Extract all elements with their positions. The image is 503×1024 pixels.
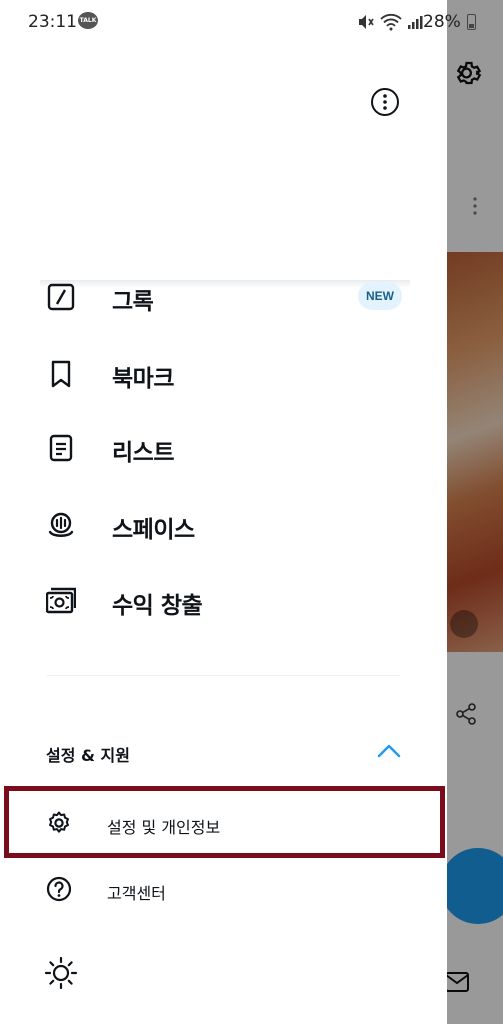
status-bar: 23:11 TALK 28%	[0, 0, 503, 44]
sub-item-label: 고객센터	[107, 884, 166, 903]
help-icon	[46, 876, 72, 902]
menu-label: 북마크	[112, 366, 174, 392]
signal-icon	[408, 16, 423, 29]
menu-item-lists[interactable]: 리스트	[40, 425, 410, 469]
monetization-icon	[46, 587, 76, 614]
status-icons	[357, 12, 424, 32]
battery-icon	[467, 14, 476, 30]
more-options-icon[interactable]	[370, 87, 400, 117]
status-time: 23:11	[28, 12, 77, 32]
menu-item-monetization[interactable]: 수익 창출	[40, 578, 410, 622]
menu-label: 그록	[112, 289, 154, 315]
bookmark-icon	[51, 360, 71, 388]
menu-item-bookmarks[interactable]: 북마크	[40, 351, 410, 395]
divider	[46, 675, 400, 676]
side-drawer: 그록 NEW 북마크 리스트 스페이스 수익 창출 설정 & 지원 설정 및 개…	[0, 0, 447, 1024]
menu-label: 스페이스	[112, 517, 195, 543]
menu-label: 수익 창출	[112, 593, 203, 619]
new-badge: NEW	[358, 282, 402, 310]
menu-label: 리스트	[112, 440, 174, 466]
settings-support-section-title[interactable]: 설정 & 지원	[46, 742, 130, 766]
display-theme-icon[interactable]	[44, 956, 78, 990]
mute-icon	[359, 15, 374, 29]
list-icon	[49, 434, 73, 462]
battery-percent: 28%	[423, 12, 461, 32]
kakaotalk-notification-icon: TALK	[78, 12, 98, 29]
highlight-box	[4, 786, 445, 858]
wifi-icon	[380, 13, 402, 31]
menu-item-grok[interactable]: 그록	[40, 274, 410, 318]
grok-icon	[47, 283, 75, 311]
chevron-up-icon[interactable]	[376, 740, 402, 762]
menu-item-spaces[interactable]: 스페이스	[40, 502, 410, 546]
menu-item-help-center[interactable]: 고객센터	[40, 868, 420, 912]
spaces-icon	[48, 512, 74, 537]
